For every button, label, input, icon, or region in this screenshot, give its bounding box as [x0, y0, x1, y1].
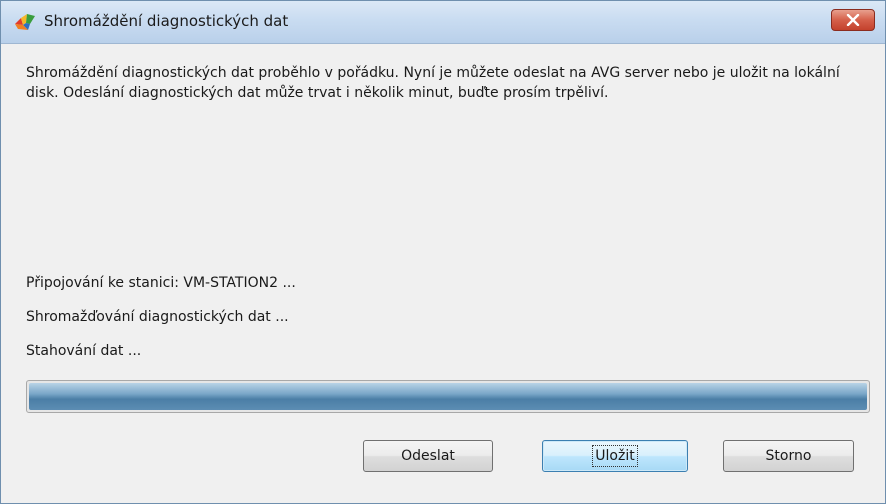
cancel-button[interactable]: Storno	[723, 440, 854, 472]
close-button[interactable]	[831, 9, 875, 31]
info-message: Shromáždění diagnostických dat proběhlo …	[26, 65, 840, 101]
title-bar[interactable]: Shromáždění diagnostických dat	[1, 1, 885, 44]
progress-fill	[29, 383, 867, 410]
close-icon	[846, 14, 860, 26]
status-downloading: Stahování dat ...	[26, 343, 142, 359]
status-collecting: Shromažďování diagnostických dat ...	[26, 309, 289, 325]
cancel-button-label: Storno	[765, 448, 812, 464]
dialog-window: Shromáždění diagnostických dat Shromáždě…	[0, 0, 886, 504]
save-button[interactable]: Uložit	[542, 440, 688, 472]
send-button[interactable]: Odeslat	[363, 440, 493, 472]
progress-bar	[26, 380, 870, 413]
avg-logo-icon	[14, 12, 36, 32]
send-button-label: Odeslat	[401, 448, 455, 464]
window-title: Shromáždění diagnostických dat	[44, 12, 289, 30]
status-connecting: Připojování ke stanici: VM-STATION2 ...	[26, 275, 296, 291]
save-button-label: Uložit	[592, 445, 638, 467]
